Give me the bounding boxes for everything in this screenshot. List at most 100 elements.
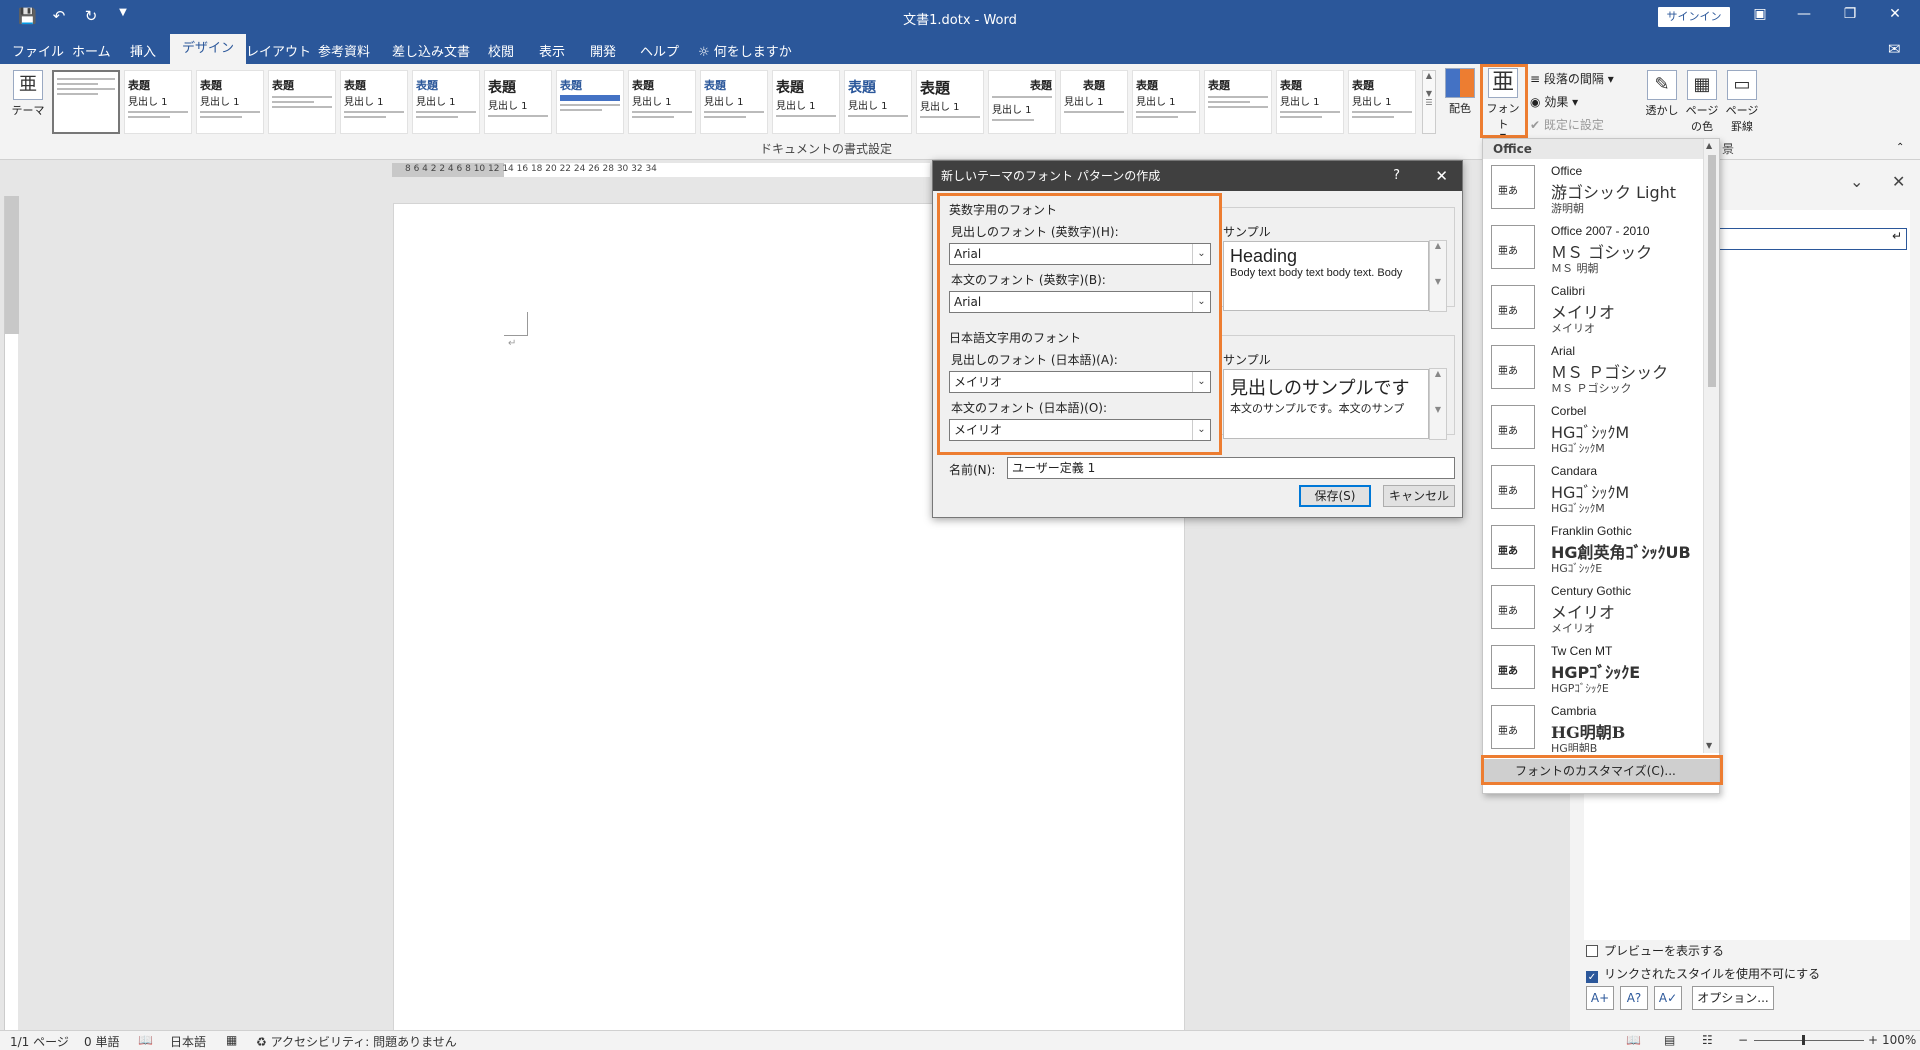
- font-item[interactable]: 亜あ Tw Cen MT HGPｺﾞｼｯｸE HGPｺﾞｼｯｸE: [1483, 640, 1703, 700]
- manage-styles-icon[interactable]: A✓: [1654, 986, 1682, 1010]
- thumb-line: [560, 109, 602, 111]
- tab-layout[interactable]: レイアウト: [246, 41, 311, 60]
- sample-heading: Heading: [1230, 246, 1298, 266]
- show-preview-checkbox[interactable]: プレビューを表示する: [1586, 942, 1724, 959]
- style-set-thumb[interactable]: 表題 見出し 1: [1060, 70, 1128, 134]
- options-button[interactable]: オプション...: [1692, 986, 1774, 1010]
- zoom-out-icon[interactable]: −: [1738, 1033, 1748, 1047]
- style-set-thumb[interactable]: 表題 見出し 1: [988, 70, 1056, 134]
- tab-home[interactable]: ホーム: [72, 41, 111, 60]
- scroll-thumb[interactable]: [1708, 155, 1716, 387]
- set-default-button[interactable]: ✔ 既定に設定: [1530, 116, 1604, 133]
- tell-me-search[interactable]: ☼ 何をしますか: [698, 41, 792, 60]
- thumb-line: [200, 111, 260, 113]
- tab-help[interactable]: ヘルプ: [640, 41, 679, 60]
- scroll-down-icon[interactable]: ▼: [1706, 741, 1712, 750]
- style-set-thumb[interactable]: 表題: [556, 70, 624, 134]
- style-set-thumb[interactable]: 表題 見出し 1: [844, 70, 912, 134]
- font-item[interactable]: 亜あ Arial ＭＳ Ｐゴシック ＭＳ Ｐゴシック: [1483, 340, 1703, 400]
- font-item[interactable]: 亜あ Century Gothic メイリオ メイリオ: [1483, 580, 1703, 640]
- zoom-slider-thumb[interactable]: [1802, 1035, 1805, 1045]
- language[interactable]: 日本語: [170, 1033, 206, 1050]
- thumb-line: [57, 78, 115, 80]
- close-icon[interactable]: ✕: [1885, 6, 1905, 22]
- gallery-scroll[interactable]: ▲ ▼ ☰: [1422, 70, 1436, 134]
- jp-sample-preview: 見出しのサンプルです 本文のサンプルです。本文のサンプ: [1223, 369, 1429, 439]
- effects-button[interactable]: ◉ 効果 ▾: [1530, 93, 1578, 110]
- style-set-thumb[interactable]: 表題 見出し 1: [196, 70, 264, 134]
- thumb-line: [1064, 111, 1124, 113]
- jp-sample-scrollbar[interactable]: ▲ ▼: [1429, 368, 1447, 440]
- web-layout-icon[interactable]: ☷: [1702, 1033, 1713, 1047]
- tab-review[interactable]: 校閲: [488, 41, 514, 60]
- font-item[interactable]: 亜あ Office 2007 - 2010 ＭＳ ゴシック ＭＳ 明朝: [1483, 220, 1703, 280]
- page-borders-button[interactable]: ▭ ページ罫線: [1724, 70, 1760, 134]
- zoom-slider[interactable]: [1754, 1040, 1864, 1041]
- thumb-line: [1280, 116, 1322, 118]
- scroll-up-icon[interactable]: ▲: [1706, 141, 1712, 150]
- help-icon[interactable]: ?: [1393, 161, 1400, 191]
- style-set-thumb[interactable]: [52, 70, 120, 134]
- sample-scrollbar[interactable]: ▲ ▼: [1429, 240, 1447, 312]
- tab-references[interactable]: 参考資料: [318, 41, 370, 60]
- style-set-thumb[interactable]: 表題 見出し 1: [1348, 70, 1416, 134]
- pane-close-icon[interactable]: ✕: [1892, 172, 1905, 191]
- disable-linked-styles-checkbox[interactable]: ✓ リンクされたスタイルを使用不可にする: [1586, 965, 1820, 983]
- style-set-thumb[interactable]: 表題 見出し 1: [1276, 70, 1344, 134]
- page-count[interactable]: 1/1 ページ: [10, 1033, 69, 1050]
- tab-developer[interactable]: 開発: [590, 41, 616, 60]
- paragraph-spacing-button[interactable]: ≡ 段落の間隔 ▾: [1530, 70, 1614, 87]
- style-set-thumb[interactable]: 表題 見出し 1: [124, 70, 192, 134]
- font-item[interactable]: 亜あ Calibri メイリオ メイリオ: [1483, 280, 1703, 340]
- style-set-thumb[interactable]: 表題 見出し 1: [700, 70, 768, 134]
- comments-icon[interactable]: ✉: [1888, 40, 1901, 58]
- zoom-in-icon[interactable]: +: [1868, 1033, 1878, 1047]
- style-set-thumb[interactable]: 表題 見出し 1: [340, 70, 408, 134]
- accessibility-status[interactable]: ♻ アクセシビリティ: 問題ありません: [256, 1033, 457, 1050]
- menu-header: Office: [1483, 139, 1719, 159]
- tab-file[interactable]: ファイル: [12, 41, 64, 60]
- restore-icon[interactable]: ❐: [1840, 6, 1860, 22]
- print-layout-icon[interactable]: ▤: [1664, 1033, 1675, 1047]
- new-style-icon[interactable]: A+: [1586, 986, 1614, 1010]
- chevron-down-icon[interactable]: ⌄: [1850, 172, 1863, 191]
- tab-mailings[interactable]: 差し込み文書: [392, 41, 470, 60]
- page-color-button[interactable]: ▦ ページの色: [1684, 70, 1720, 134]
- style-set-thumb[interactable]: 表題 見出し 1: [916, 70, 984, 134]
- font-item[interactable]: 亜あ Office 游ゴシック Light 游明朝: [1483, 160, 1703, 220]
- thumb-title: 表題: [272, 79, 294, 92]
- style-set-thumb[interactable]: 表題 見出し 1: [1132, 70, 1200, 134]
- style-set-thumb[interactable]: 表題 見出し 1: [628, 70, 696, 134]
- cancel-button[interactable]: キャンセル: [1383, 485, 1455, 507]
- collapse-ribbon-icon[interactable]: ⌃: [1896, 142, 1904, 153]
- style-set-thumb[interactable]: 表題: [268, 70, 336, 134]
- tab-design[interactable]: デザイン: [170, 34, 247, 64]
- watermark-button[interactable]: ✎ 透かし: [1644, 70, 1680, 118]
- font-item[interactable]: 亜あ Franklin Gothic HG創英角ｺﾞｼｯｸUB HGｺﾞｼｯｸE: [1483, 520, 1703, 580]
- style-set-thumb[interactable]: 表題 見出し 1: [772, 70, 840, 134]
- word-count[interactable]: 0 単語: [84, 1033, 119, 1050]
- minimize-icon[interactable]: —: [1794, 6, 1814, 22]
- save-button[interactable]: 保存(S): [1299, 485, 1371, 507]
- themes-button[interactable]: 亜 テーマ: [10, 70, 46, 118]
- tab-insert[interactable]: 挿入: [130, 41, 156, 60]
- font-item[interactable]: 亜あ Cambria HG明朝B HG明朝B: [1483, 700, 1703, 752]
- zoom-level[interactable]: 100%: [1882, 1033, 1916, 1047]
- read-mode-icon[interactable]: 📖: [1626, 1033, 1641, 1047]
- menu-scrollbar[interactable]: ▲ ▼: [1703, 139, 1719, 753]
- style-set-thumb[interactable]: 表題 見出し 1: [484, 70, 552, 134]
- page-color-icon: ▦: [1687, 70, 1717, 100]
- signin-button[interactable]: サインイン: [1658, 7, 1730, 27]
- style-inspector-icon[interactable]: A?: [1620, 986, 1648, 1010]
- tab-view[interactable]: 表示: [539, 41, 565, 60]
- proofing-icon[interactable]: 📖: [138, 1033, 153, 1047]
- style-set-thumb[interactable]: 表題 見出し 1: [412, 70, 480, 134]
- style-set-thumb[interactable]: 表題: [1204, 70, 1272, 134]
- font-item[interactable]: 亜あ Candara HGｺﾞｼｯｸM HGｺﾞｼｯｸM: [1483, 460, 1703, 520]
- colors-button[interactable]: 配色: [1442, 68, 1478, 116]
- font-item[interactable]: 亜あ Corbel HGｺﾞｼｯｸM HGｺﾞｼｯｸM: [1483, 400, 1703, 460]
- ribbon-display-icon[interactable]: ▣: [1750, 6, 1770, 22]
- input-mode-icon[interactable]: ▦: [226, 1033, 237, 1047]
- name-input[interactable]: ユーザー定義 1: [1007, 457, 1455, 479]
- dialog-close-icon[interactable]: ✕: [1435, 161, 1448, 191]
